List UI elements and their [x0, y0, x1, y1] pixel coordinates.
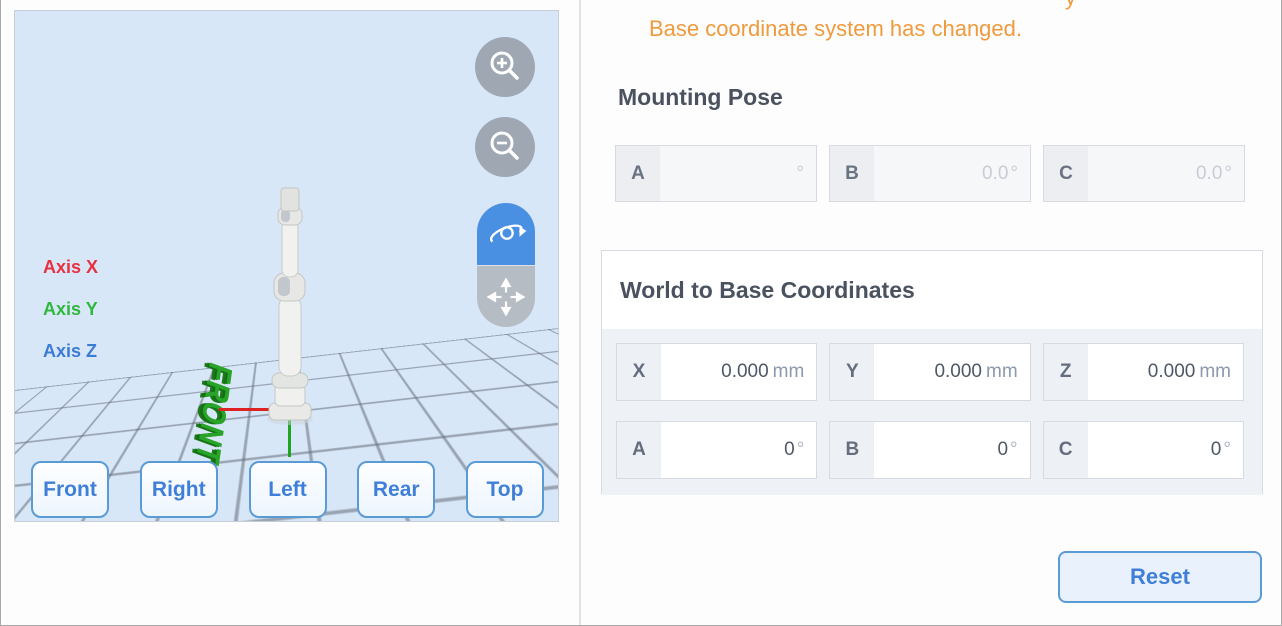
- base-changed-notice: Base coordinate system has changed.: [649, 16, 1022, 42]
- coord-b-field[interactable]: B 0°: [829, 421, 1030, 479]
- field-label: A: [617, 422, 661, 478]
- view-preset-buttons: Front Right Left Rear Top: [31, 461, 544, 518]
- view-front-button[interactable]: Front: [31, 461, 109, 518]
- axis-z-label: Axis Z: [43, 341, 97, 362]
- rotate-pan-toggle: [477, 203, 535, 327]
- robot-arm-model: [245, 187, 335, 431]
- 3d-viewport[interactable]: FRONT Axis X Axis Y Axis Z: [14, 10, 559, 522]
- mounting-b-value: 0.0°: [874, 146, 1030, 201]
- coord-x-value[interactable]: 0.000mm: [661, 344, 816, 400]
- world-to-base-title: World to Base Coordinates: [620, 277, 915, 304]
- reset-button[interactable]: Reset: [1058, 551, 1262, 603]
- view-top-button[interactable]: Top: [466, 461, 544, 518]
- field-label: Z: [1044, 344, 1088, 400]
- coord-z-field[interactable]: Z 0.000mm: [1043, 343, 1244, 401]
- field-label: A: [616, 146, 660, 201]
- coord-x-field[interactable]: X 0.000mm: [616, 343, 817, 401]
- zoom-in-icon: [485, 47, 525, 87]
- field-label: B: [830, 422, 874, 478]
- mounting-pose-fields: A ° B 0.0° C 0.0°: [615, 145, 1245, 202]
- mounting-a-field: A °: [615, 145, 817, 202]
- coord-c-value[interactable]: 0°: [1088, 422, 1243, 478]
- field-label: C: [1044, 146, 1088, 201]
- axis-x-label: Axis X: [43, 257, 98, 278]
- coordinate-row-xyz: X 0.000mm Y 0.000mm Z 0.000mm: [616, 343, 1244, 401]
- world-to-base-header: World to Base Coordinates: [602, 251, 1262, 329]
- mounting-a-value: °: [660, 146, 816, 201]
- move-arrows-icon: [486, 277, 526, 317]
- world-to-base-body: X 0.000mm Y 0.000mm Z 0.000mm: [602, 329, 1262, 495]
- world-to-base-section: World to Base Coordinates X 0.000mm Y 0.…: [601, 250, 1263, 494]
- zoom-out-icon: [485, 127, 525, 167]
- panel-divider: [579, 0, 581, 626]
- coord-y-value[interactable]: 0.000mm: [874, 344, 1029, 400]
- coord-z-value[interactable]: 0.000mm: [1088, 344, 1243, 400]
- field-label: Y: [830, 344, 874, 400]
- clipped-notice-fragment: y: [1065, 0, 1076, 11]
- zoom-in-button[interactable]: [475, 37, 535, 97]
- robot-setup-panel: FRONT Axis X Axis Y Axis Z: [0, 0, 1282, 626]
- coord-y-field[interactable]: Y 0.000mm: [829, 343, 1030, 401]
- field-label: X: [617, 344, 661, 400]
- zoom-out-button[interactable]: [475, 117, 535, 177]
- coordinate-row-abc: A 0° B 0° C 0°: [616, 421, 1244, 479]
- pan-mode-button[interactable]: [477, 265, 535, 327]
- mounting-c-value: 0.0°: [1088, 146, 1244, 201]
- mounting-c-field: C 0.0°: [1043, 145, 1245, 202]
- coord-c-field[interactable]: C 0°: [1043, 421, 1244, 479]
- coord-b-value[interactable]: 0°: [874, 422, 1029, 478]
- view-rear-button[interactable]: Rear: [357, 461, 435, 518]
- mounting-b-field: B 0.0°: [829, 145, 1031, 202]
- field-label: C: [1044, 422, 1088, 478]
- field-label: B: [830, 146, 874, 201]
- view-right-button[interactable]: Right: [140, 461, 218, 518]
- view-left-button[interactable]: Left: [249, 461, 327, 518]
- coord-a-field[interactable]: A 0°: [616, 421, 817, 479]
- orbit-rotate-icon: [485, 213, 527, 255]
- axis-y-label: Axis Y: [43, 299, 98, 320]
- mounting-pose-title: Mounting Pose: [618, 84, 783, 111]
- coord-a-value[interactable]: 0°: [661, 422, 816, 478]
- rotate-mode-button[interactable]: [477, 203, 535, 265]
